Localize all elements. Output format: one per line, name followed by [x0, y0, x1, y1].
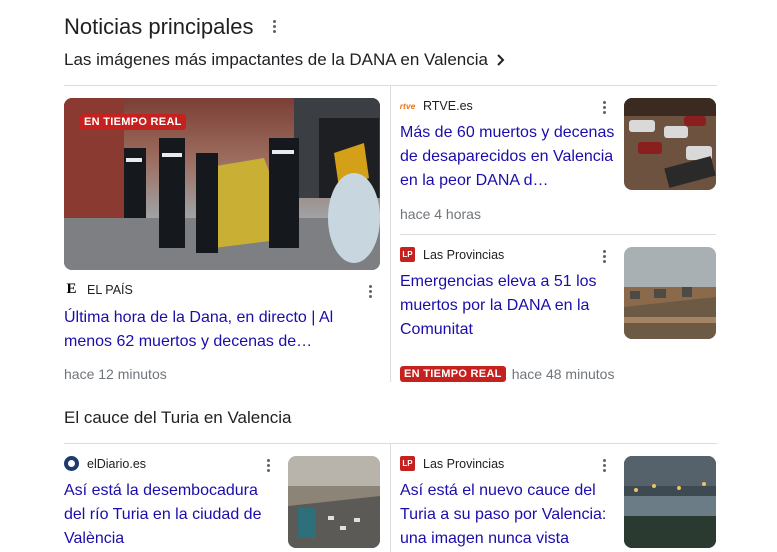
article-thumbnail[interactable]: [624, 247, 716, 339]
vertical-divider: [390, 86, 391, 382]
el-pais-logo: E: [66, 281, 77, 297]
section-title: Noticias principales: [64, 14, 254, 39]
article-headline[interactable]: Así está el nuevo cauce del Turia a su p…: [400, 479, 616, 551]
source-name: Las Provincias: [423, 456, 505, 471]
article-headline[interactable]: Más de 60 muertos y decenas de desaparec…: [400, 121, 616, 193]
article-timestamp: hace 48 minutos: [511, 366, 615, 382]
article-source: rtve RTVE.es: [400, 98, 473, 113]
source-name: elDiario.es: [87, 456, 147, 471]
story-link[interactable]: Las imágenes más impactantes de la DANA …: [64, 50, 506, 70]
source-name: EL PAÍS: [87, 282, 133, 297]
source-name: Las Provincias: [423, 247, 505, 262]
rtve-logo: rtve: [399, 100, 416, 111]
live-badge: EN TIEMPO REAL: [400, 366, 506, 382]
article-thumbnail[interactable]: [624, 98, 716, 190]
story-title: Las imágenes más impactantes de la DANA …: [64, 50, 488, 69]
article-timestamp: hace 12 minutos: [64, 366, 167, 382]
article-source: elDiario.es: [64, 456, 146, 471]
article-timestamp: hace 4 horas: [400, 206, 481, 222]
photo-turia-channel: [624, 456, 716, 548]
las-provincias-logo: LP: [400, 247, 415, 262]
las-provincias-logo: LP: [400, 456, 415, 471]
chevron-right-icon: [497, 54, 505, 66]
divider: [400, 234, 716, 235]
more-vert-icon[interactable]: [272, 20, 276, 33]
photo-flood-aerial: [624, 247, 716, 339]
live-badge: EN TIEMPO REAL: [80, 114, 186, 130]
more-vert-icon[interactable]: [266, 459, 270, 472]
source-name: RTVE.es: [423, 98, 473, 113]
photo-river-mouth: [288, 456, 380, 548]
article-headline[interactable]: Última hora de la Dana, en directo | Al …: [64, 306, 354, 354]
article-source: LP Las Provincias: [400, 456, 504, 471]
more-vert-icon[interactable]: [368, 285, 372, 298]
article-thumbnail[interactable]: [288, 456, 380, 548]
article-meta: EN TIEMPO REAL hace 48 minutos: [400, 366, 614, 382]
article-source: LP Las Provincias: [400, 247, 504, 262]
more-vert-icon[interactable]: [602, 459, 606, 472]
article-headline[interactable]: Emergencias eleva a 51 los muertos por l…: [400, 270, 616, 342]
article-thumbnail[interactable]: [624, 456, 716, 548]
photo-flooded-cars: [624, 98, 716, 190]
eldiario-logo: [64, 456, 79, 471]
article-source: E EL PAÍS: [64, 281, 133, 297]
article-headline[interactable]: Así está la desembocadura del río Turia …: [64, 479, 278, 551]
more-vert-icon[interactable]: [602, 250, 606, 263]
more-vert-icon[interactable]: [602, 101, 606, 114]
featured-article-image[interactable]: EN TIEMPO REAL: [64, 98, 380, 270]
vertical-divider: [390, 444, 391, 552]
section-title: El cauce del Turia en Valencia: [64, 408, 292, 427]
